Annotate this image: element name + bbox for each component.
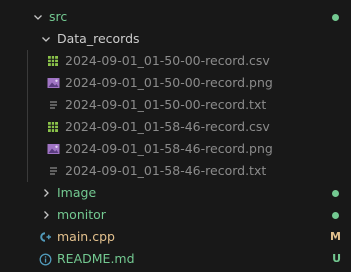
folder-src[interactable]: src xyxy=(0,6,351,28)
folder-data-records[interactable]: Data_records xyxy=(0,28,351,50)
file-label: 2024-09-01_01-58-46-record.csv xyxy=(65,119,270,134)
untracked-changes-dot xyxy=(332,190,339,197)
file-label: 2024-09-01_01-50-00-record.png xyxy=(65,75,273,90)
chevron-down-icon xyxy=(30,6,46,28)
image-file-icon xyxy=(45,138,61,160)
untracked-changes-dot xyxy=(332,212,339,219)
image-file-icon xyxy=(45,72,61,94)
file-main-cpp[interactable]: main.cpp M xyxy=(0,226,351,248)
info-icon xyxy=(37,248,53,270)
file-readme-md[interactable]: README.md U xyxy=(0,248,351,270)
file-row[interactable]: 2024-09-01_01-50-00-record.csv xyxy=(0,50,351,72)
file-label: 2024-09-01_01-50-00-record.txt xyxy=(65,97,267,112)
file-row[interactable]: 2024-09-01_01-58-46-record.txt xyxy=(0,160,351,182)
file-label: 2024-09-01_01-50-00-record.csv xyxy=(65,53,270,68)
csv-file-icon xyxy=(45,50,61,72)
text-file-icon xyxy=(45,160,61,182)
file-row[interactable]: 2024-09-01_01-50-00-record.txt xyxy=(0,94,351,116)
file-label: README.md xyxy=(57,251,135,266)
chevron-down-icon xyxy=(38,28,54,50)
cpp-file-icon xyxy=(37,226,53,248)
folder-image[interactable]: Image xyxy=(0,182,351,204)
untracked-badge: U xyxy=(332,252,341,265)
folder-label: Image xyxy=(57,185,97,200)
file-label: main.cpp xyxy=(57,229,115,244)
file-row[interactable]: 2024-09-01_01-58-46-record.csv xyxy=(0,116,351,138)
file-label: 2024-09-01_01-58-46-record.txt xyxy=(65,163,267,178)
file-explorer-tree: src Data_records 2024-09-01_01-50-00-rec… xyxy=(0,0,351,272)
text-file-icon xyxy=(45,94,61,116)
folder-label: src xyxy=(49,9,68,24)
file-row[interactable]: 2024-09-01_01-58-46-record.png xyxy=(0,138,351,160)
modified-badge: M xyxy=(330,230,341,243)
folder-monitor[interactable]: monitor xyxy=(0,204,351,226)
file-row[interactable]: 2024-09-01_01-50-00-record.png xyxy=(0,72,351,94)
chevron-right-icon xyxy=(38,204,54,226)
file-label: 2024-09-01_01-58-46-record.png xyxy=(65,141,273,156)
chevron-right-icon xyxy=(38,182,54,204)
untracked-changes-dot xyxy=(332,14,339,21)
folder-label: Data_records xyxy=(57,31,140,46)
folder-label: monitor xyxy=(57,207,106,222)
csv-file-icon xyxy=(45,116,61,138)
